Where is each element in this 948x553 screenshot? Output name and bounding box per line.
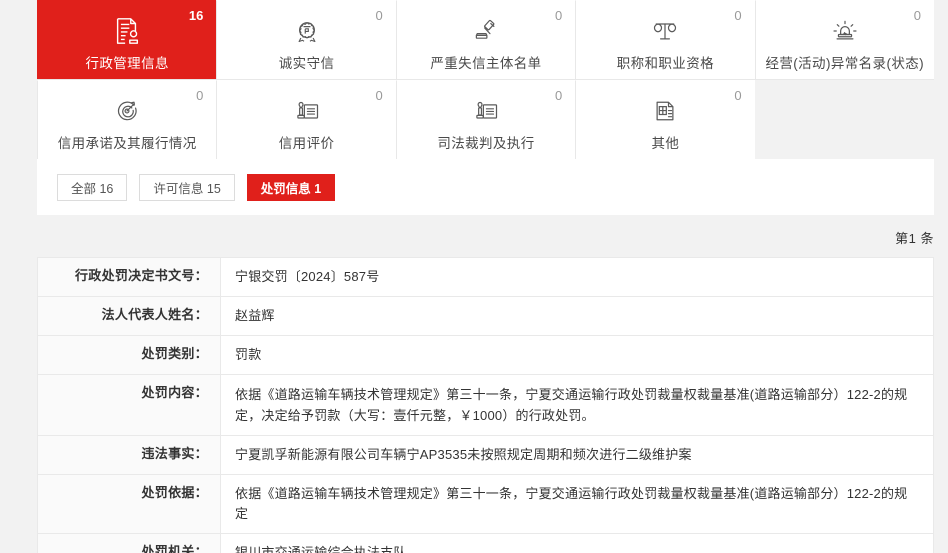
document-person-icon	[110, 14, 144, 48]
tab-label: 行政管理信息	[85, 56, 169, 71]
record-counter: 第1 条	[895, 231, 934, 246]
target-arrow-icon	[110, 94, 144, 128]
table-row: 处罚内容： 依据《道路运输车辆技术管理规定》第三十一条，宁夏交通运输行政处罚裁量…	[38, 375, 933, 436]
tab-other[interactable]: 0 其他	[575, 80, 755, 159]
tab-credit-commitment[interactable]: 0 信用承诺及其履行情况	[37, 80, 217, 159]
filter-penalty-info-button[interactable]: 处罚信息 1	[246, 173, 336, 201]
row-value: 宁银交罚〔2024〕587号	[235, 269, 380, 284]
table-row: 法人代表人姓名： 赵益辉	[38, 297, 933, 336]
tab-label: 职称和职业资格	[616, 56, 715, 71]
tab-professional-title-qualification[interactable]: 0 职称和职业资格	[575, 0, 755, 79]
tab-judicial-judgment-execution[interactable]: 0 司法裁判及执行	[395, 80, 576, 159]
row-value: 依据《道路运输车辆技术管理规定》第三十一条，宁夏交通运输行政处罚裁量权裁量基准(…	[235, 387, 908, 423]
filter-all-button[interactable]: 全部 16	[57, 173, 128, 201]
row-label: 违法事实：	[38, 436, 221, 474]
stamp-document-icon	[290, 94, 324, 128]
tab-label: 信用承诺及其履行情况	[57, 136, 197, 151]
tab-count: 0	[554, 88, 563, 103]
page-root: 16 行政管理信息 0 诚实守信 0 严重失信主体名单 0 职称和职业资格 0 …	[0, 0, 948, 553]
row-value: 银川市交通运输综合执法支队	[235, 545, 407, 553]
table-document-icon	[648, 94, 682, 128]
row-label: 行政处罚决定书文号：	[38, 258, 221, 296]
tab-administrative-management-info[interactable]: 16 行政管理信息	[37, 0, 217, 79]
tab-credit-evaluation[interactable]: 0 信用评价	[216, 80, 396, 159]
tab-count: 0	[554, 8, 563, 23]
tab-count: 0	[734, 88, 742, 103]
row-value: 宁夏凯孚新能源有限公司车辆宁AP3535未按照规定周期和频次进行二级维护案	[235, 447, 692, 462]
row-label: 处罚机关：	[38, 534, 221, 553]
penalty-detail-table: 行政处罚决定书文号： 宁银交罚〔2024〕587号 法人代表人姓名： 赵益辉 处…	[37, 257, 934, 553]
category-tabs: 16 行政管理信息 0 诚实守信 0 严重失信主体名单 0 职称和职业资格 0 …	[37, 0, 934, 160]
trust-seal-icon	[290, 14, 324, 48]
tab-label: 信用评价	[278, 136, 335, 151]
tab-count: 16	[188, 8, 204, 23]
tab-count: 0	[734, 8, 742, 23]
row-label: 法人代表人姓名：	[38, 297, 221, 335]
tab-label: 严重失信主体名单	[430, 56, 542, 71]
tab-serious-dishonesty-list[interactable]: 0 严重失信主体名单	[395, 0, 576, 79]
alarm-light-icon	[828, 14, 862, 48]
stamp-document-icon	[469, 94, 503, 128]
tab-honesty-trustworthiness[interactable]: 0 诚实守信	[216, 0, 396, 79]
tab-count: 0	[375, 88, 383, 103]
row-label: 处罚类别：	[38, 336, 221, 374]
tab-label: 其他	[651, 136, 680, 151]
tab-abnormal-operation-list[interactable]: 0 经营(活动)异常名录(状态)	[754, 0, 934, 79]
category-tabs-row-1: 16 行政管理信息 0 诚实守信 0 严重失信主体名单 0 职称和职业资格 0 …	[37, 0, 934, 80]
tab-count: 0	[196, 88, 204, 103]
filter-bar: 全部 16 许可信息 15 处罚信息 1	[37, 159, 934, 215]
filter-license-info-button[interactable]: 许可信息 15	[139, 173, 235, 201]
tab-label: 诚实守信	[278, 56, 335, 71]
tab-placeholder	[754, 80, 934, 159]
table-row: 处罚类别： 罚款	[38, 336, 933, 375]
gavel-icon	[469, 14, 503, 48]
tab-label: 经营(活动)异常名录(状态)	[765, 56, 925, 71]
table-row: 行政处罚决定书文号： 宁银交罚〔2024〕587号	[38, 258, 933, 297]
row-value: 罚款	[235, 347, 262, 362]
row-value: 赵益辉	[235, 308, 275, 323]
category-tabs-row-2: 0 信用承诺及其履行情况 0 信用评价 0 司法裁判及执行 0 其他	[37, 80, 934, 160]
row-label: 处罚依据：	[38, 475, 221, 533]
table-row: 违法事实： 宁夏凯孚新能源有限公司车辆宁AP3535未按照规定周期和频次进行二级…	[38, 436, 933, 475]
tab-count: 0	[375, 8, 383, 23]
table-row: 处罚机关： 银川市交通运输综合执法支队	[38, 534, 933, 553]
scales-icon	[648, 14, 682, 48]
table-row: 处罚依据： 依据《道路运输车辆技术管理规定》第三十一条，宁夏交通运输行政处罚裁量…	[38, 475, 933, 534]
tab-count: 0	[913, 8, 921, 23]
tab-label: 司法裁判及执行	[437, 136, 535, 151]
row-value: 依据《道路运输车辆技术管理规定》第三十一条，宁夏交通运输行政处罚裁量权裁量基准(…	[235, 486, 908, 521]
row-label: 处罚内容：	[38, 375, 221, 435]
